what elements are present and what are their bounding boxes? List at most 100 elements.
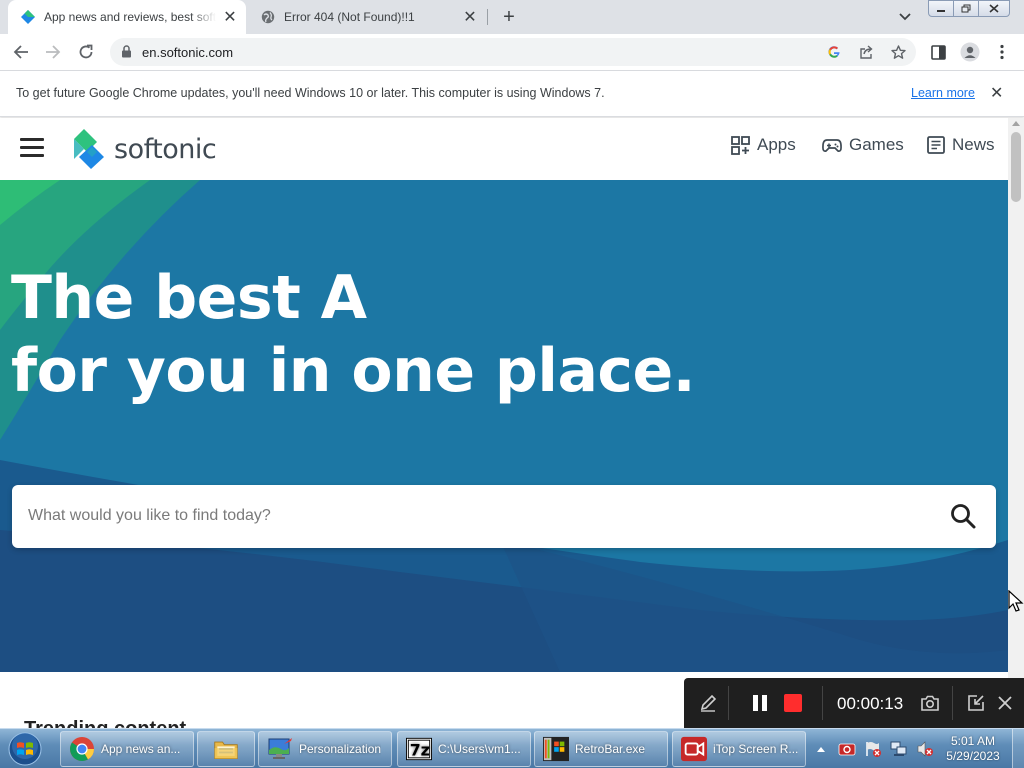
infobar-close-icon[interactable]: ✕ (990, 83, 1003, 103)
site-search-box (12, 485, 996, 548)
hero-headline-line-1: The best A (11, 263, 367, 333)
nav-news-label: News (952, 135, 995, 154)
recorder-divider (952, 686, 953, 720)
hero-banner: The best A for you in one place. (0, 180, 1008, 672)
recording-timer: 00:00:13 (837, 694, 904, 713)
taskbar-chrome[interactable]: App news an... (60, 731, 194, 767)
taskbar-item-label: iTop Screen R... (713, 742, 799, 756)
volume-muted-icon[interactable] (916, 740, 934, 758)
newspaper-icon (927, 136, 945, 154)
stop-record-icon[interactable] (781, 691, 805, 715)
new-tab-button[interactable]: + (498, 6, 520, 28)
nav-games[interactable]: Games (822, 135, 904, 155)
nav-games-label: Games (849, 135, 904, 154)
network-icon[interactable] (890, 740, 908, 758)
taskbar-explorer[interactable] (197, 731, 255, 767)
tab-search-chevron-icon[interactable] (896, 8, 914, 26)
start-button[interactable] (6, 731, 44, 767)
forward-button[interactable] (41, 40, 65, 64)
folder-icon (213, 736, 239, 762)
tab-title: App news and reviews, best software down… (44, 10, 216, 24)
show-hidden-icons-arrow-icon[interactable] (812, 740, 830, 758)
lock-icon[interactable] (121, 45, 132, 63)
system-tray (812, 729, 942, 768)
taskbar-7zip[interactable]: 7z C:\Users\vm1... (397, 731, 531, 767)
close-tab-icon[interactable]: ✕ (460, 7, 480, 27)
page-scrollbar[interactable] (1008, 118, 1024, 728)
window-controls (928, 0, 1010, 18)
recorder-tray-icon[interactable] (838, 740, 856, 758)
action-center-flag-icon[interactable] (864, 740, 882, 758)
apps-grid-icon (731, 135, 750, 155)
reload-button[interactable] (74, 40, 98, 64)
hamburger-menu-icon[interactable] (20, 138, 44, 158)
screenshot-camera-icon[interactable] (918, 691, 942, 715)
hero-background (0, 180, 1008, 672)
logo-wordmark: softonic (114, 133, 217, 165)
address-bar[interactable]: en.softonic.com (110, 38, 916, 66)
softonic-favicon-icon (20, 9, 36, 25)
clock-date: 5/29/2023 (946, 749, 1000, 763)
pen-annotate-icon[interactable] (696, 691, 720, 715)
browser-toolbar: en.softonic.com (0, 34, 1024, 71)
taskbar-item-label: Personalization (299, 742, 382, 756)
minimize-recorder-icon[interactable] (964, 691, 988, 715)
maximize-button[interactable] (953, 0, 979, 17)
taskbar-personalization[interactable]: Personalization (258, 731, 392, 767)
taskbar-item-label: C:\Users\vm1... (438, 742, 521, 756)
itop-recorder-icon (681, 736, 707, 762)
pause-icon[interactable] (748, 691, 772, 715)
system-clock[interactable]: 5:01 AM 5/29/2023 (938, 734, 1008, 764)
scroll-up-arrow-icon[interactable] (1012, 121, 1020, 126)
learn-more-link[interactable]: Learn more (911, 86, 975, 100)
chrome-menu-icon[interactable] (990, 40, 1014, 64)
minimize-button[interactable] (928, 0, 954, 17)
google-lens-icon[interactable] (826, 44, 842, 60)
profile-avatar-icon[interactable] (958, 40, 982, 64)
nav-news[interactable]: News (927, 135, 995, 155)
taskbar-itop-recorder[interactable]: iTop Screen R... (672, 731, 806, 767)
site-search-input[interactable] (28, 501, 928, 531)
scrollbar-thumb[interactable] (1011, 132, 1021, 202)
bookmark-star-icon[interactable] (890, 44, 906, 60)
windows-taskbar: App news an... Personalization 7z C:\Use… (0, 728, 1024, 768)
recorder-divider (822, 686, 823, 720)
search-icon[interactable] (949, 502, 977, 530)
close-tab-icon[interactable]: ✕ (220, 7, 240, 27)
close-window-button[interactable] (978, 0, 1010, 17)
7zip-icon: 7z (406, 736, 432, 762)
clock-time: 5:01 AM (950, 734, 996, 748)
personalization-icon (267, 736, 293, 762)
side-panel-icon[interactable] (926, 40, 950, 64)
share-icon[interactable] (858, 44, 874, 60)
hero-headline-line-2: for you in one place. (11, 336, 695, 406)
close-recorder-icon[interactable] (993, 691, 1017, 715)
update-infobar: To get future Google Chrome updates, you… (0, 71, 1024, 117)
globe-icon (260, 9, 276, 25)
mouse-cursor-icon (1008, 590, 1024, 612)
chrome-icon (69, 736, 95, 762)
svg-text:7z: 7z (410, 741, 430, 760)
show-desktop-button[interactable] (1012, 729, 1024, 768)
site-header: softonic Apps Games News (0, 118, 1008, 180)
screen-recorder-toolbar: 00:00:13 (684, 678, 1024, 728)
softonic-logo[interactable]: softonic (70, 128, 217, 170)
back-button[interactable] (9, 40, 33, 64)
tab-title: Error 404 (Not Found)!!1 (284, 10, 415, 24)
nav-apps[interactable]: Apps (731, 135, 796, 155)
taskbar-retrobar[interactable]: RetroBar.exe (534, 731, 668, 767)
tab-separator (487, 9, 488, 25)
retrobar-icon (543, 736, 569, 762)
hero-headline: The best A for you in one place. (11, 262, 695, 408)
tab-softonic[interactable]: App news and reviews, best software down… (8, 0, 246, 34)
recorder-divider (728, 686, 729, 720)
tab-error-404[interactable]: Error 404 (Not Found)!!1 ✕ (248, 0, 486, 34)
windows-start-orb-icon (8, 732, 42, 766)
trending-content-heading: Trending content (24, 718, 186, 728)
taskbar-item-label: App news an... (101, 742, 181, 756)
nav-apps-label: Apps (757, 135, 796, 154)
url-text[interactable]: en.softonic.com (142, 45, 233, 60)
gamepad-icon (822, 138, 842, 152)
tab-strip: App news and reviews, best software down… (0, 0, 1024, 34)
softonic-logo-icon (74, 129, 104, 169)
